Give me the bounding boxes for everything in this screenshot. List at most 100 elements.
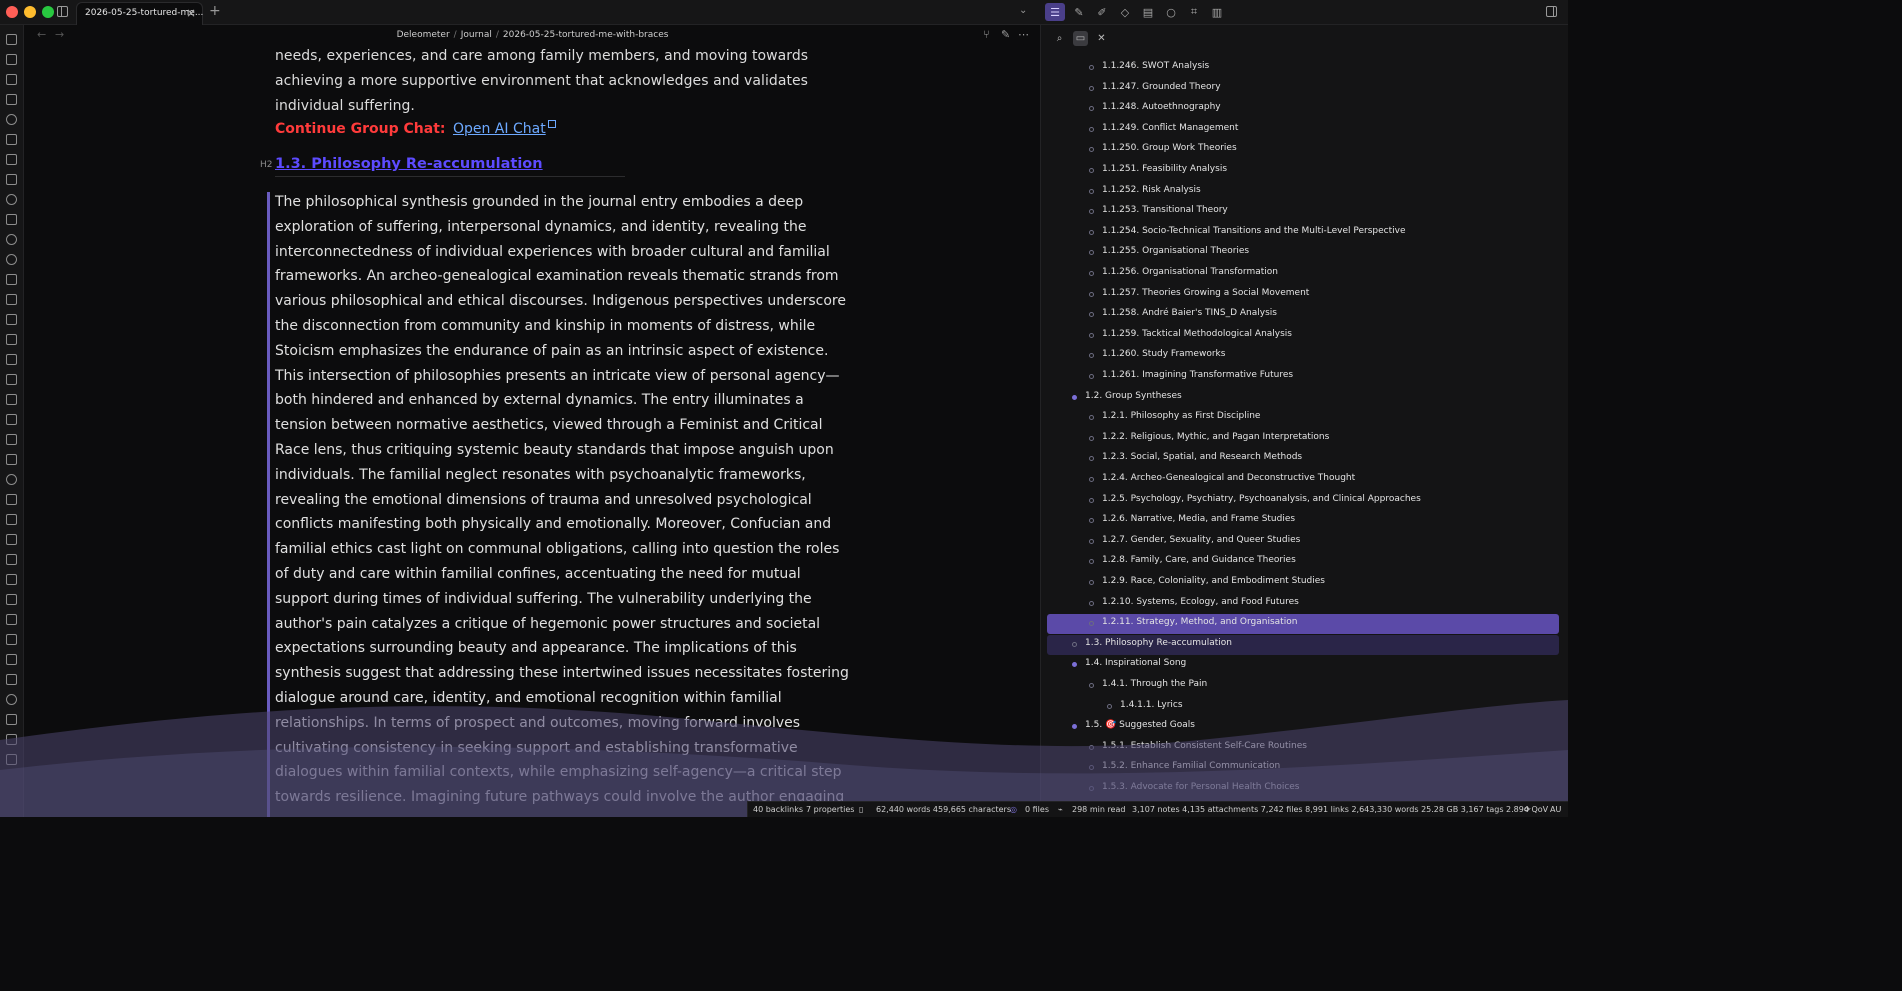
outline-bullet-icon[interactable]: [1072, 394, 1077, 400]
close-window-button[interactable]: [6, 6, 18, 18]
properties-count[interactable]: 7 properties: [806, 805, 854, 814]
outline-icon[interactable]: ☰: [1045, 3, 1065, 21]
outline-item[interactable]: 1.2.4. Archeo-Genealogical and Deconstru…: [1102, 473, 1355, 483]
outline-item[interactable]: 1.2.3. Social, Spatial, and Research Met…: [1102, 452, 1302, 462]
outline-item[interactable]: 1.2.2. Religious, Mythic, and Pagan Inte…: [1102, 432, 1329, 442]
sync-icon[interactable]: ⟳: [1524, 805, 1531, 814]
image-icon[interactable]: [6, 674, 17, 685]
outline-item[interactable]: 1.1.261. Imagining Transformative Future…: [1102, 370, 1293, 380]
terminal-icon[interactable]: [6, 634, 17, 645]
clock-icon[interactable]: [6, 114, 17, 125]
send-icon[interactable]: [6, 514, 17, 525]
outline-bullet-icon[interactable]: [1089, 271, 1094, 276]
outline-item[interactable]: 1.2. Group Syntheses: [1085, 391, 1182, 401]
git-branch-icon[interactable]: [6, 554, 17, 565]
outline-bullet-icon[interactable]: [1089, 786, 1094, 791]
chat-icon[interactable]: [6, 194, 17, 205]
outline-bullet-icon[interactable]: [1089, 538, 1094, 544]
archive-icon[interactable]: ▤: [1139, 3, 1157, 21]
search-icon[interactable]: [6, 694, 17, 705]
file-text-icon[interactable]: [6, 534, 17, 545]
document-icon[interactable]: [6, 294, 17, 305]
tag-icon[interactable]: ◇: [1116, 3, 1134, 21]
outline-item[interactable]: 1.4. Inspirational Song: [1085, 658, 1186, 668]
outline-bullet-icon[interactable]: [1089, 744, 1094, 750]
outline-bullet-icon[interactable]: [1107, 703, 1112, 709]
outline-item[interactable]: 1.2.9. Race, Coloniality, and Embodiment…: [1102, 576, 1325, 586]
database-icon[interactable]: [6, 134, 17, 145]
backlinks-count[interactable]: 40 backlinks: [753, 805, 803, 814]
branch-icon[interactable]: ⑂: [983, 28, 990, 41]
outline-item[interactable]: 1.2.10. Systems, Ecology, and Food Futur…: [1102, 597, 1299, 607]
lightning-icon[interactable]: [6, 414, 17, 425]
breadcrumb-vault[interactable]: Deleometer: [397, 30, 450, 40]
close-icon[interactable]: ✕: [1094, 31, 1109, 46]
section-heading[interactable]: 1.3. Philosophy Re-accumulation: [275, 156, 543, 172]
outline-item[interactable]: 1.5.3. Advocate for Personal Health Choi…: [1102, 782, 1300, 792]
outline-bullet-icon[interactable]: [1089, 497, 1094, 503]
language-indicator[interactable]: AU: [1550, 805, 1561, 814]
outline-bullet-icon[interactable]: [1089, 188, 1094, 194]
brain-icon[interactable]: [6, 334, 17, 345]
outline-item[interactable]: 1.1.252. Risk Analysis: [1102, 185, 1201, 195]
outline-item[interactable]: 1.1.246. SWOT Analysis: [1102, 61, 1209, 71]
calendar-alt-icon[interactable]: [6, 214, 17, 225]
dice-icon[interactable]: [6, 654, 17, 665]
outline-bullet-icon[interactable]: [1089, 435, 1094, 441]
notebook-icon[interactable]: [6, 354, 17, 365]
collapse-all-icon[interactable]: ▭: [1073, 31, 1088, 46]
compass-icon[interactable]: [6, 254, 17, 265]
chat-bubble-icon[interactable]: ○: [1162, 3, 1180, 21]
outline-item[interactable]: 1.4.1. Through the Pain: [1102, 679, 1207, 689]
book-icon[interactable]: [6, 174, 17, 185]
outline-item[interactable]: 1.1.258. André Baier's TINS_D Analysis: [1102, 308, 1277, 318]
outline-item[interactable]: 1.1.251. Feasibility Analysis: [1102, 164, 1227, 174]
outline-bullet-icon[interactable]: [1089, 291, 1094, 297]
outline-item[interactable]: 1.1.259. Tacktical Methodological Analys…: [1102, 329, 1292, 339]
outline-item[interactable]: 1.1.249. Conflict Management: [1102, 123, 1238, 133]
tab-list-chevron-icon[interactable]: ⌄: [1019, 5, 1027, 16]
outline-item[interactable]: 1.1.248. Autoethnography: [1102, 102, 1221, 112]
more-options-icon[interactable]: ⋯: [1018, 28, 1029, 41]
outline-item[interactable]: 1.1.257. Theories Growing a Social Movem…: [1102, 288, 1309, 298]
folder-icon[interactable]: [6, 34, 17, 45]
tab-close-icon[interactable]: ×: [186, 6, 196, 20]
home-icon[interactable]: [6, 74, 17, 85]
new-tab-button[interactable]: +: [209, 3, 221, 19]
breadcrumb-folder[interactable]: Journal: [461, 30, 492, 40]
outline-item[interactable]: 1.1.250. Group Work Theories: [1102, 143, 1237, 153]
bar-chart-icon[interactable]: ▥: [1208, 3, 1226, 21]
microphone-icon[interactable]: [6, 474, 17, 485]
layers-icon[interactable]: [6, 314, 17, 325]
crop-icon[interactable]: ⌗: [1185, 3, 1203, 21]
cards-icon[interactable]: [6, 454, 17, 465]
tab-current-note[interactable]: 2026-05-25-tortured-me... ×: [76, 2, 203, 25]
outline-item[interactable]: 1.2.11. Strategy, Method, and Organisati…: [1102, 617, 1297, 627]
calendar-icon[interactable]: [6, 94, 17, 105]
search-icon[interactable]: ⌕: [1052, 31, 1067, 46]
grid-icon[interactable]: [6, 574, 17, 585]
outline-item[interactable]: 1.1.247. Grounded Theory: [1102, 82, 1221, 92]
minimize-window-button[interactable]: [24, 6, 36, 18]
edit-icon[interactable]: ✎: [1001, 28, 1010, 41]
outline-item[interactable]: 1.5.2. Enhance Familial Communication: [1102, 761, 1280, 771]
outline-item[interactable]: 1.3. Philosophy Re-accumulation: [1085, 638, 1232, 648]
outline-bullet-icon[interactable]: [1089, 683, 1094, 688]
outline-item[interactable]: 1.5. 🎯 Suggested Goals: [1085, 720, 1195, 730]
outline-bullet-icon[interactable]: [1072, 641, 1077, 647]
outline-bullet-icon[interactable]: [1089, 126, 1094, 132]
outline-bullet-icon[interactable]: [1089, 65, 1094, 70]
pilcrow-icon[interactable]: [6, 714, 17, 725]
outline-item[interactable]: 1.2.5. Psychology, Psychiatry, Psychoana…: [1102, 494, 1421, 504]
outline-bullet-icon[interactable]: [1089, 229, 1094, 235]
outline-bullet-icon[interactable]: [1089, 580, 1094, 585]
outline-item[interactable]: 1.1.260. Study Frameworks: [1102, 349, 1225, 359]
tag-ribbon-icon[interactable]: [6, 754, 17, 765]
table-icon[interactable]: [6, 494, 17, 505]
outline-bullet-icon[interactable]: [1089, 85, 1094, 91]
library-icon[interactable]: [6, 274, 17, 285]
outline-bullet-icon[interactable]: [1089, 332, 1094, 338]
list-icon[interactable]: [6, 374, 17, 385]
outline-item[interactable]: 1.4.1.1. Lyrics: [1120, 700, 1183, 710]
pen-icon[interactable]: ✎: [1070, 3, 1088, 21]
